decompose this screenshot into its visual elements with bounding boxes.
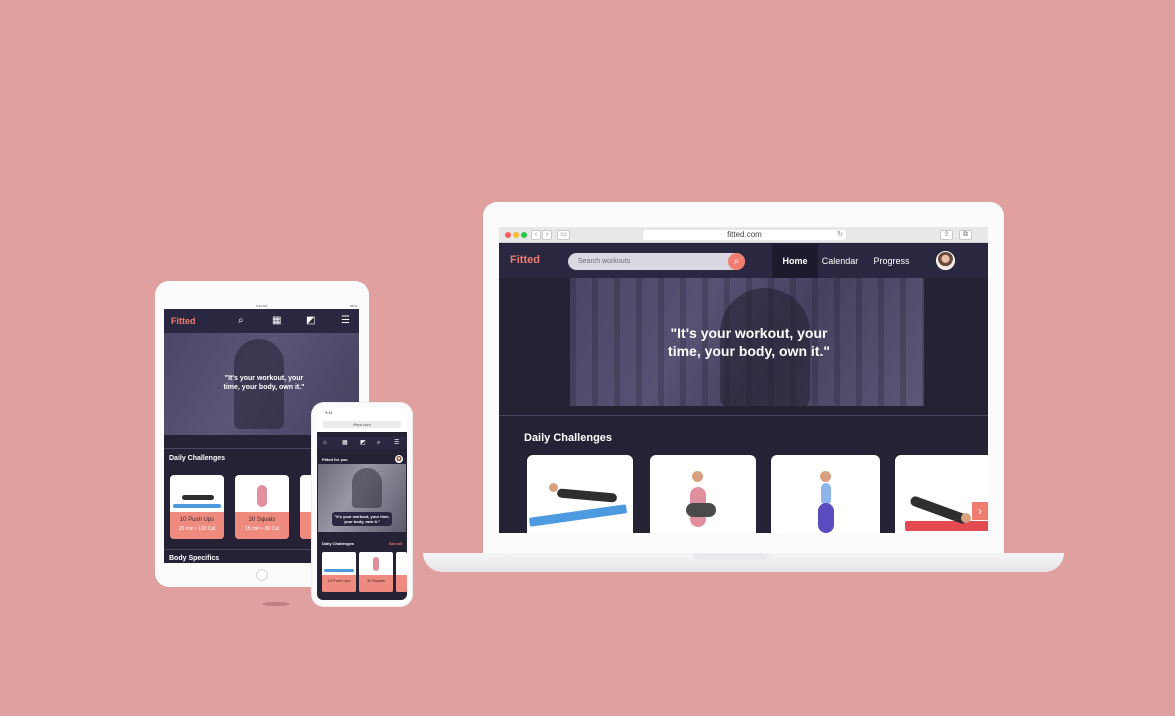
laptop-screen: ‹ › ▭ fitted.com ↻ ⇪ ⧉ Fitted Search wor… bbox=[499, 227, 988, 533]
zoom-window-button[interactable] bbox=[521, 232, 527, 238]
reload-icon[interactable]: ↻ bbox=[837, 230, 843, 240]
daily-challenges-title: Daily Challenges bbox=[524, 432, 613, 444]
tablet-home-button[interactable] bbox=[256, 569, 268, 581]
back-button[interactable]: ‹ bbox=[531, 230, 541, 240]
challenge-name: 10 Push Ups bbox=[179, 517, 215, 523]
search-input[interactable]: Search workouts ⌕ bbox=[568, 253, 745, 270]
address-bar[interactable]: fitted.com ↻ bbox=[643, 230, 846, 240]
nav-calendar[interactable]: Calendar bbox=[819, 244, 861, 278]
close-window-button[interactable] bbox=[505, 232, 511, 238]
progress-icon[interactable]: ◩ bbox=[306, 315, 315, 327]
challenge-meta: 15 min • 30 Cal bbox=[245, 526, 279, 532]
avatar[interactable] bbox=[936, 251, 955, 270]
fitted-logo[interactable]: Fitted bbox=[171, 316, 196, 326]
challenge-card[interactable]: 30 Squats 15 min • 30 Cal bbox=[235, 475, 289, 539]
search-placeholder: Search workouts bbox=[578, 258, 631, 265]
challenge-card[interactable]: 10 Push Ups bbox=[322, 552, 356, 592]
progress-icon[interactable]: ◩ bbox=[360, 438, 366, 448]
challenge-name: 30 Squats bbox=[359, 575, 393, 592]
url-text: fitted.com bbox=[727, 230, 762, 239]
search-icon[interactable]: ⌕ bbox=[377, 438, 380, 448]
nav-progress[interactable]: Progress bbox=[869, 244, 914, 278]
hero-quote: "It's your workout, your time, your body… bbox=[332, 512, 392, 526]
challenge-card[interactable] bbox=[895, 455, 988, 533]
tablet-navbar: Fitted ⌕ ▦ ◩ ☰ bbox=[164, 309, 359, 333]
section-divider bbox=[499, 415, 988, 416]
chevron-right-icon[interactable]: › bbox=[972, 502, 988, 520]
home-icon[interactable]: ⌂ bbox=[323, 438, 327, 448]
challenge-card[interactable] bbox=[771, 455, 880, 533]
address-bar[interactable]: fitted.com bbox=[323, 421, 401, 428]
fitted-for-you-title: Fitted for you bbox=[322, 457, 348, 462]
daily-challenges-title: Daily Challenges bbox=[169, 455, 226, 462]
browser-toolbar: ‹ › ▭ fitted.com ↻ ⇪ ⧉ bbox=[499, 227, 988, 243]
sidebar-icon[interactable]: ▭ bbox=[557, 230, 570, 240]
challenge-card[interactable] bbox=[396, 552, 407, 592]
avatar[interactable] bbox=[395, 455, 403, 463]
challenge-name: 30 Squats bbox=[248, 517, 276, 523]
phone-navbar: ⌂ ▦ ◩ ⌕ ☰ bbox=[317, 437, 407, 449]
fitted-logo[interactable]: Fitted bbox=[510, 254, 540, 266]
forward-button[interactable]: › bbox=[542, 230, 552, 240]
challenge-card[interactable] bbox=[650, 455, 756, 533]
laptop-notch bbox=[693, 553, 769, 560]
minimize-window-button[interactable] bbox=[513, 232, 519, 238]
hero-banner: "It's your workout, your time, your body… bbox=[318, 464, 406, 532]
search-icon[interactable]: ⌕ bbox=[728, 253, 745, 270]
phone-screen: fitted.com ⌂ ▦ ◩ ⌕ ☰ Fitted for you "It'… bbox=[317, 418, 407, 600]
nav-home[interactable]: Home bbox=[772, 244, 818, 278]
challenge-meta: 15 min • 100 Cal bbox=[178, 526, 216, 532]
share-icon[interactable]: ⇪ bbox=[940, 230, 953, 240]
hero-quote: "It's your workout, your time, your body… bbox=[223, 375, 305, 391]
body-specifics-title: Body Specifics bbox=[169, 555, 220, 562]
challenge-card[interactable] bbox=[527, 455, 633, 533]
athlete-photo bbox=[352, 468, 382, 508]
top-navbar: Fitted Search workouts ⌕ Home Calendar P… bbox=[499, 244, 988, 278]
tabs-icon[interactable]: ⧉ bbox=[959, 230, 972, 240]
challenge-name: 10 Push Ups bbox=[322, 575, 356, 592]
search-icon[interactable]: ⌕ bbox=[238, 315, 244, 327]
challenge-card[interactable]: 30 Squats bbox=[359, 552, 393, 592]
see-all-link[interactable]: See all bbox=[389, 541, 402, 546]
phone-status-bar: 9:41 bbox=[317, 408, 407, 418]
calendar-icon[interactable]: ▦ bbox=[272, 315, 281, 327]
calendar-icon[interactable]: ▦ bbox=[342, 438, 348, 448]
daily-challenges-title: Daily Challenges bbox=[322, 541, 355, 546]
menu-icon[interactable]: ☰ bbox=[341, 315, 350, 327]
hero-quote: "It's your workout, your time, your body… bbox=[668, 325, 830, 359]
menu-icon[interactable]: ☰ bbox=[394, 438, 399, 448]
challenge-card[interactable]: 10 Push Ups 15 min • 100 Cal bbox=[170, 475, 224, 539]
